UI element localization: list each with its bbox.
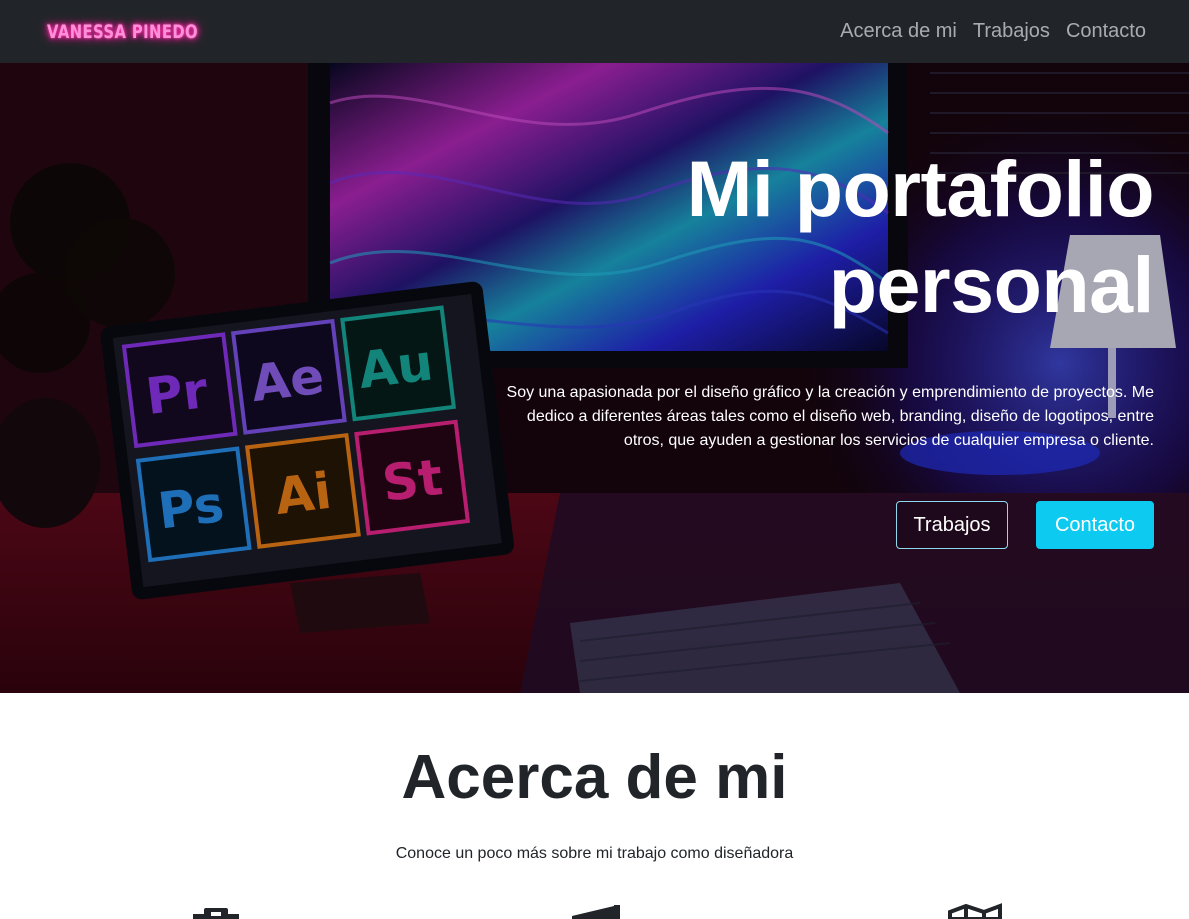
nav-link-trabajos[interactable]: Trabajos xyxy=(973,20,1050,43)
hero-description: Soy una apasionada por el diseño gráfico… xyxy=(506,384,1154,449)
hero-title-line1: Mi portafolio xyxy=(686,144,1155,233)
brand-logo[interactable]: VANESSA PINEDO xyxy=(47,21,198,43)
top-navbar: VANESSA PINEDO Acerca de mi Trabajos Con… xyxy=(0,0,1189,63)
megaphone-icon xyxy=(572,905,620,919)
nav-link-contacto[interactable]: Contacto xyxy=(1066,20,1146,43)
nav-links: Acerca de mi Trabajos Contacto xyxy=(840,20,1146,43)
map-icon xyxy=(948,903,1002,919)
about-subtitle: Conoce un poco más sobre mi trabajo como… xyxy=(395,845,794,862)
trabajos-button[interactable]: Trabajos xyxy=(896,501,1008,549)
about-heading: Acerca de mi xyxy=(401,743,788,812)
hero-title: Mi portafolio personal xyxy=(594,141,1155,333)
nav-link-acerca[interactable]: Acerca de mi xyxy=(840,20,957,43)
hero-title-line2: personal xyxy=(828,240,1155,329)
contacto-button[interactable]: Contacto xyxy=(1036,501,1154,549)
hero-section: Pr Ae Au Ps Ai St Mi portafolio personal… xyxy=(0,63,1189,693)
camera-icon xyxy=(193,908,239,919)
